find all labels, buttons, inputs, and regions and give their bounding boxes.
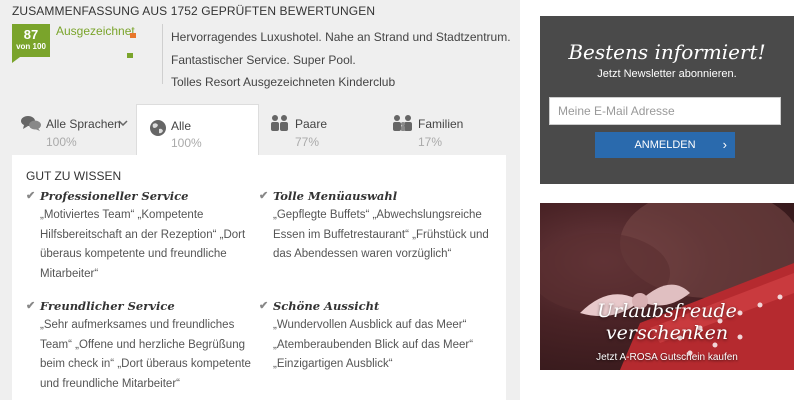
tab-label: Alle — [171, 119, 192, 133]
check-icon: ✔ — [26, 299, 36, 312]
highlight-item: Fantastischer Service. Super Pool. — [171, 52, 356, 67]
item-quotes: „Motiviertes Team“ „Kompetente Hilfsbere… — [40, 209, 246, 280]
gift-title: Urlaubsfreude verschenken — [540, 300, 794, 344]
score-scale: von 100 — [16, 42, 46, 51]
speech-bubbles-icon — [21, 116, 41, 131]
gift-title-line: Urlaubsfreude — [597, 300, 737, 322]
tab-percentage: 100% — [46, 135, 77, 149]
item-heading: Tolle Menüauswahl — [273, 189, 398, 203]
highlight-item: Hervorragendes Luxushotel. Nahe an Stran… — [171, 30, 511, 44]
good-to-know-panel: GUT ZU WISSEN ✔ Professioneller Service … — [12, 155, 506, 400]
chevron-down-icon[interactable] — [118, 120, 128, 126]
review-summary-panel: ZUSAMMENFASSUNG AUS 1752 GEPRÜFTEN BEWER… — [0, 0, 520, 400]
couple-icon — [271, 115, 288, 131]
flag-icon — [130, 33, 136, 38]
score-badge: 87 von 100 — [12, 24, 50, 63]
check-icon: ✔ — [26, 189, 36, 202]
good-to-know-item: ✔ Professioneller Service „Motiviertes T… — [26, 189, 256, 284]
flag-icon — [127, 53, 133, 58]
tab-all[interactable]: Alle 100% — [136, 104, 259, 156]
gift-subtitle: Jetzt A-ROSA Gutschein kaufen — [596, 352, 738, 363]
newsletter-title: Bestens informiert! — [568, 40, 766, 64]
item-heading: Schöne Aussicht — [273, 299, 380, 313]
good-to-know-item: ✔ Freundlicher Service „Sehr aufmerksame… — [26, 299, 256, 394]
globe-icon — [150, 120, 166, 136]
gift-photo — [540, 203, 794, 370]
tab-label: Alle Sprachen — [46, 117, 121, 131]
tab-percentage: 77% — [295, 135, 320, 149]
item-heading: Professioneller Service — [40, 189, 189, 203]
tab-families[interactable]: Familien 17% — [392, 106, 492, 154]
item-quotes: „Sehr aufmerksames und freundliches Team… — [40, 319, 251, 390]
item-quotes: „Wundervollen Ausblick auf das Meer“ „At… — [273, 319, 474, 370]
tab-label: Familien — [418, 117, 464, 131]
item-heading-row: ✔ Professioneller Service — [26, 189, 256, 203]
tab-percentage: 17% — [418, 135, 443, 149]
summary-title: ZUSAMMENFASSUNG AUS 1752 GEPRÜFTEN BEWER… — [12, 4, 376, 18]
chevron-right-icon: › — [722, 137, 727, 152]
rating-label: Ausgezeichnet — [56, 24, 135, 38]
item-heading-row: ✔ Schöne Aussicht — [259, 299, 499, 313]
newsletter-subtitle: Jetzt Newsletter abonnieren. — [597, 68, 737, 80]
tab-all-languages[interactable]: Alle Sprachen 100% — [20, 106, 132, 154]
highlights-list: Hervorragendes Luxushotel. Nahe an Stran… — [171, 26, 511, 94]
subscribe-button[interactable]: ANMELDEN › — [595, 132, 735, 158]
item-heading-row: ✔ Freundlicher Service — [26, 299, 256, 313]
family-icon — [393, 115, 412, 131]
item-quotes: „Gepflegte Buffets“ „Abwechslungsreiche … — [273, 209, 489, 260]
tab-percentage: 100% — [171, 136, 202, 150]
email-field[interactable] — [549, 97, 781, 125]
highlight-item: Tolles Resort Ausgezeichneten Kinderclub — [171, 75, 396, 89]
item-heading: Freundlicher Service — [40, 299, 175, 313]
divider — [162, 24, 163, 84]
gift-voucher-banner[interactable]: Urlaubsfreude verschenken Jetzt A-ROSA G… — [540, 203, 794, 370]
check-icon: ✔ — [259, 299, 269, 312]
score-value: 87 — [23, 27, 39, 42]
check-icon: ✔ — [259, 189, 269, 202]
gift-title-line: verschenken — [605, 322, 729, 344]
subscribe-button-label: ANMELDEN — [634, 139, 696, 151]
tab-label: Paare — [295, 117, 328, 131]
item-heading-row: ✔ Tolle Menüauswahl — [259, 189, 499, 203]
good-to-know-item: ✔ Schöne Aussicht „Wundervollen Ausblick… — [259, 299, 499, 375]
section-title: GUT ZU WISSEN — [26, 169, 122, 183]
good-to-know-item: ✔ Tolle Menüauswahl „Gepflegte Buffets“ … — [259, 189, 499, 265]
newsletter-box: Bestens informiert! Jetzt Newsletter abo… — [540, 16, 794, 184]
tab-couples[interactable]: Paare 77% — [269, 106, 369, 154]
